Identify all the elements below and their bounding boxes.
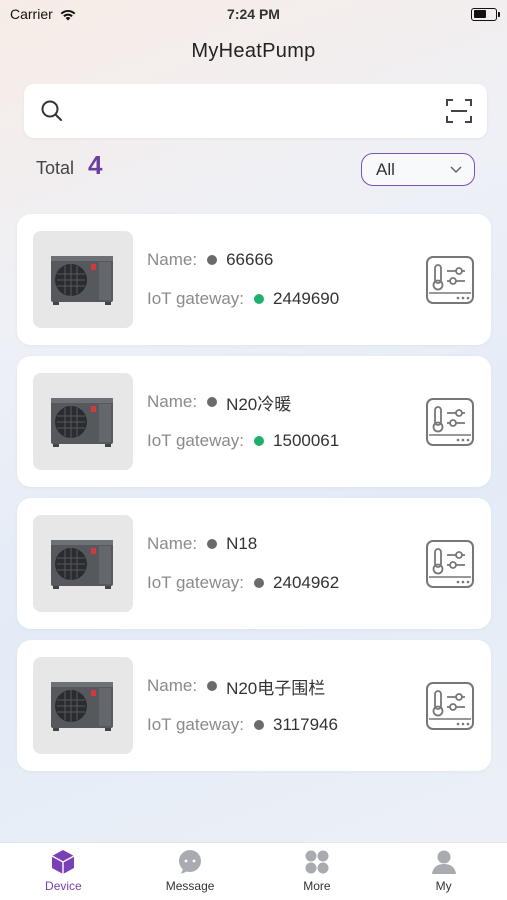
gateway-id: 3117946 [273, 715, 338, 734]
tab-message[interactable]: Message [127, 843, 254, 900]
name-label: Name: [147, 392, 198, 411]
name-status-dot [207, 539, 218, 549]
total-count: 4 [88, 150, 103, 180]
gateway-label: IoT gateway: [147, 715, 245, 734]
heat-pump-image [33, 515, 133, 612]
name-label: Name: [147, 534, 198, 553]
gateway-status-dot [254, 294, 265, 304]
search-bar[interactable] [24, 84, 487, 138]
device-list: Name: 66666 IoT gateway: 2449690 Name: N… [17, 214, 491, 782]
device-card[interactable]: Name: 66666 IoT gateway: 2449690 [17, 214, 491, 345]
cube-icon [52, 850, 75, 874]
chevron-down-icon [450, 165, 462, 173]
device-card[interactable]: Name: N20冷暖 IoT gateway: 1500061 [17, 356, 491, 487]
name-label: Name: [147, 676, 198, 695]
search-input[interactable] [76, 102, 433, 120]
grid-icon [305, 850, 329, 874]
tab-my-label: My [435, 879, 452, 893]
device-card[interactable]: Name: N20电子围栏 IoT gateway: 3117946 [17, 640, 491, 771]
device-gateway-row: IoT gateway: 1500061 [147, 427, 339, 455]
name-status-dot [207, 397, 218, 407]
bottom-tab-bar: Device Message More My [0, 842, 507, 900]
tab-my[interactable]: My [380, 843, 507, 900]
heat-pump-image [33, 373, 133, 470]
tab-device[interactable]: Device [0, 843, 127, 900]
gateway-id: 1500061 [273, 431, 340, 450]
device-name-row: Name: 66666 [147, 246, 339, 274]
thermostat-control-icon[interactable] [425, 397, 475, 447]
device-name: 66666 [226, 250, 274, 269]
gateway-label: IoT gateway: [147, 573, 245, 592]
gateway-label: IoT gateway: [147, 431, 245, 450]
filter-dropdown[interactable]: All [361, 153, 475, 186]
gateway-status-dot [254, 720, 265, 730]
name-status-dot [207, 681, 218, 691]
total-summary: Total 4 [36, 150, 103, 181]
tab-more[interactable]: More [254, 843, 381, 900]
search-icon[interactable] [40, 99, 64, 123]
filter-selected: All [376, 159, 395, 179]
thermostat-control-icon[interactable] [425, 681, 475, 731]
total-label: Total [36, 158, 75, 178]
tab-device-label: Device [45, 879, 82, 893]
device-name-row: Name: N20电子围栏 [147, 672, 338, 700]
clock: 7:24 PM [227, 6, 280, 22]
gateway-status-dot [254, 578, 265, 588]
tab-message-label: Message [165, 879, 215, 893]
heat-pump-image [33, 657, 133, 754]
thermostat-control-icon[interactable] [425, 255, 475, 305]
user-icon [431, 850, 456, 874]
device-gateway-row: IoT gateway: 3117946 [147, 711, 338, 739]
gateway-id: 2404962 [273, 573, 340, 592]
page-title: MyHeatPump [191, 40, 316, 62]
device-gateway-row: IoT gateway: 2449690 [147, 285, 339, 313]
device-name-row: Name: N20冷暖 [147, 388, 339, 416]
name-status-dot [207, 255, 218, 265]
device-card[interactable]: Name: N18 IoT gateway: 2404962 [17, 498, 491, 629]
tab-more-label: More [303, 879, 331, 893]
name-label: Name: [147, 250, 198, 269]
thermostat-control-icon[interactable] [425, 539, 475, 589]
device-name: N18 [226, 534, 258, 553]
device-name: N20电子围栏 [226, 678, 326, 698]
gateway-id: 2449690 [273, 289, 340, 308]
heat-pump-image [33, 231, 133, 328]
device-name-row: Name: N18 [147, 530, 339, 558]
device-name: N20冷暖 [226, 394, 292, 414]
chat-bubble-icon [179, 850, 202, 874]
device-gateway-row: IoT gateway: 2404962 [147, 569, 339, 597]
scan-icon[interactable] [445, 97, 473, 125]
gateway-status-dot [254, 436, 265, 446]
gateway-label: IoT gateway: [147, 289, 245, 308]
